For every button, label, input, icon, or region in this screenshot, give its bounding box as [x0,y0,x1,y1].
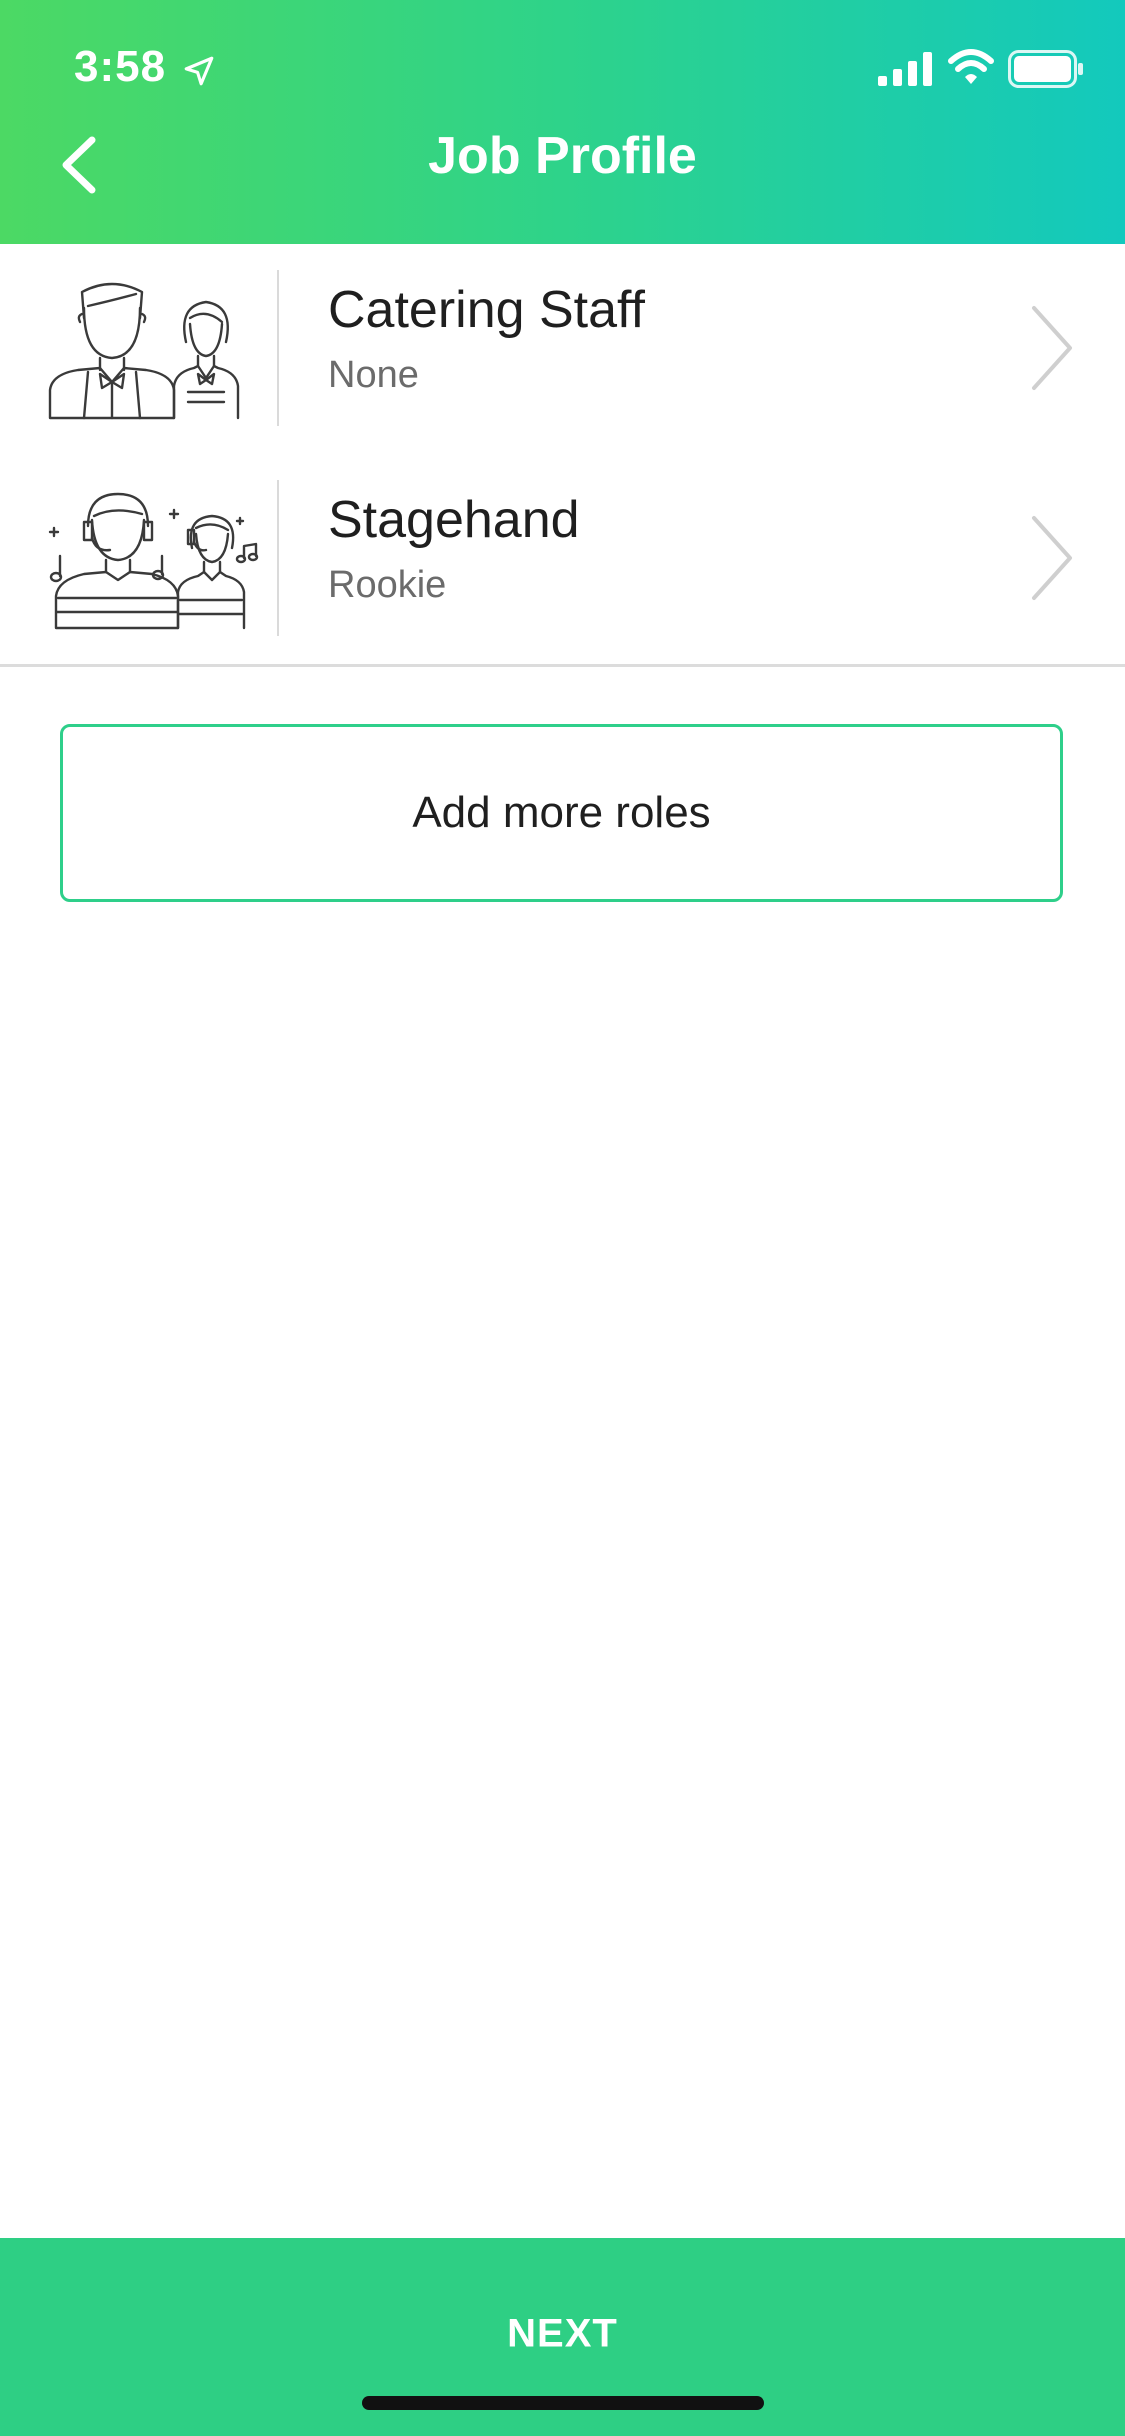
page-title: Job Profile [428,127,697,185]
home-indicator [362,2396,764,2410]
role-name: Catering Staff [328,281,646,339]
stagehand-icon [48,492,259,630]
role-level: None [328,354,419,396]
location-arrow-icon [184,56,214,86]
row-divider [277,270,279,426]
role-row-stagehand[interactable]: Stagehand Rookie [0,454,1125,667]
next-button-label: NEXT [507,2311,618,2356]
wifi-icon [948,49,994,84]
header-bar: 3:58 Job Profile [0,0,1125,244]
battery-icon [1008,50,1083,88]
role-name: Stagehand [328,491,580,549]
status-bar: 3:58 [0,0,1125,140]
chevron-right-icon [1032,516,1072,600]
status-time: 3:58 [74,42,167,91]
chevron-right-icon [1032,306,1072,390]
role-row-catering-staff[interactable]: Catering Staff None [0,244,1125,457]
role-level: Rookie [328,564,447,606]
add-more-roles-button[interactable]: Add more roles [60,724,1063,902]
cellular-signal-icon [878,52,932,86]
row-divider [277,480,279,636]
catering-staff-icon [48,282,240,420]
